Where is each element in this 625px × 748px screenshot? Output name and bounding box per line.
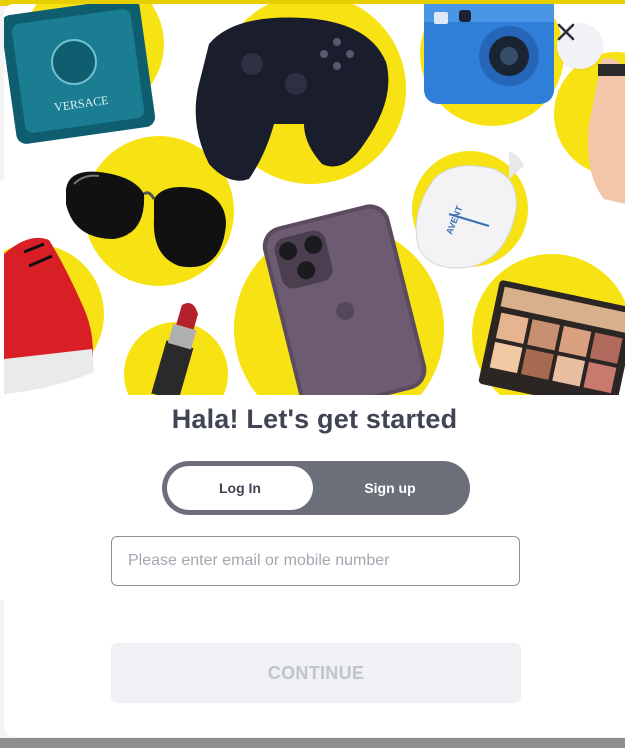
hero-banner: VERSACE AVENT xyxy=(4,4,625,395)
hero-illustration: VERSACE AVENT xyxy=(4,4,625,395)
signup-tab[interactable]: Sign up xyxy=(314,466,466,510)
auth-mode-toggle: Log In Sign up xyxy=(162,461,470,515)
close-button[interactable] xyxy=(557,23,603,69)
perfume-bottle-icon: VERSACE xyxy=(4,4,156,144)
continue-button[interactable]: CONTINUE xyxy=(111,643,521,703)
email-or-mobile-input[interactable] xyxy=(111,536,520,586)
instant-camera-icon xyxy=(424,4,554,104)
login-tab[interactable]: Log In xyxy=(167,466,313,510)
login-modal: VERSACE AVENT Hala! Let's get started Lo… xyxy=(4,4,625,737)
modal-title: Hala! Let's get started xyxy=(171,404,458,434)
background-bottom xyxy=(0,738,625,748)
sneaker-icon xyxy=(4,237,94,394)
close-icon xyxy=(557,23,575,41)
